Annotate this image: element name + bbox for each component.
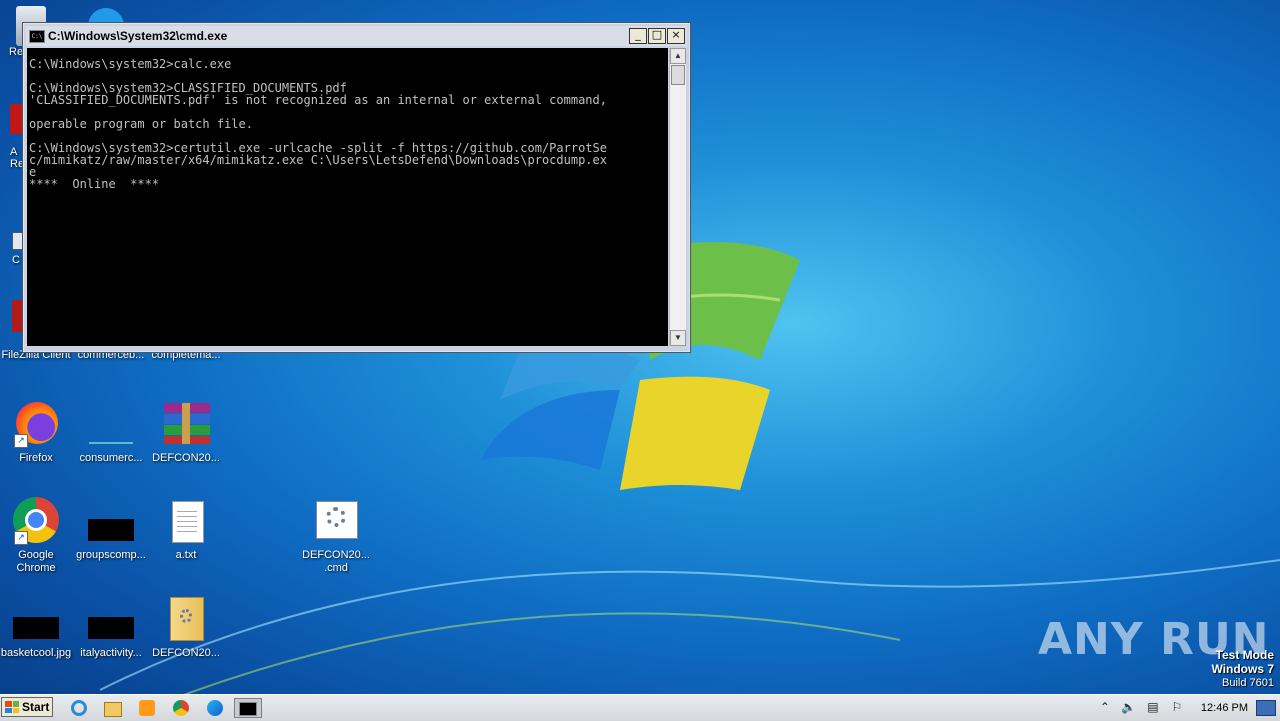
cmd-taskbar-button[interactable] [234,698,262,718]
show-desktop-button[interactable] [1256,700,1276,716]
desktop-icon-consumerc[interactable]: consumerc... [71,400,151,465]
desktop-icon-defcon-rar[interactable]: DEFCON20... [146,400,226,465]
ie-icon[interactable] [68,698,90,718]
windows-logo-icon [5,701,19,713]
desktop-icon-label: a.txt [175,549,197,561]
desktop-icon-label: consumerc... [79,452,143,464]
watermark-line: Build 7601 [1222,677,1274,689]
media-player-icon[interactable] [136,698,158,718]
start-button[interactable]: Start [1,697,53,717]
show-hidden-icons-icon[interactable]: ⌃ [1096,700,1114,716]
text-file-icon [162,497,210,545]
console-output[interactable]: C:\Windows\system32>calc.exe C:\Windows\… [27,48,668,346]
start-label: Start [22,700,50,714]
system-tray: ⌃ 🔈 ▤ ⚐ 12:46 PM [1093,695,1280,721]
filezilla-partial-icon [12,300,22,332]
desktop-icon-label: italyactivity... [80,647,142,659]
edge-taskbar-icon[interactable] [204,698,226,718]
scroll-up-arrow-icon[interactable]: ▲ [670,48,686,64]
window-titlebar[interactable]: C:\ C:\Windows\System32\cmd.exe _ □ × [26,26,687,46]
winrar-icon [162,400,210,448]
test-mode-watermark: Test Mode Windows 7 Build 7601 [1211,648,1274,690]
close-button[interactable]: × [667,28,685,44]
explorer-icon[interactable] [102,698,124,718]
watermark-line: Windows 7 [1211,662,1274,676]
black-thumbnail-icon [12,595,60,643]
network-icon[interactable]: ▤ [1144,700,1162,716]
shortcut-arrow-icon: ↗ [14,531,28,545]
cmd-window[interactable]: C:\ C:\Windows\System32\cmd.exe _ □ × C:… [22,22,691,353]
watermark-line: Test Mode [1215,648,1274,662]
desktop-icon-label: DEFCON20... [152,452,220,464]
folder-icon [162,595,210,643]
desktop-icon-label: groupscomp... [76,549,146,561]
desktop-icon-label: basketcool.jpg [0,647,72,659]
shortcut-arrow-icon: ↗ [14,434,28,448]
firefox-icon: ↗ [12,400,60,448]
desktop-icon-italyactivity[interactable]: italyactivity... [71,595,151,660]
black-thumbnail-icon [87,595,135,643]
desktop-icon-label: Google Chrome [16,549,56,574]
minimize-button[interactable]: _ [629,28,647,44]
scroll-down-arrow-icon[interactable]: ▼ [670,330,686,346]
taskbar: Start ⌃ 🔈 ▤ ⚐ 12:46 PM [0,694,1280,721]
maximize-button[interactable]: □ [648,28,666,44]
desktop-icon-label: DEFCON20... .cmd [302,549,370,574]
desktop-icon-defcon-folder[interactable]: DEFCON20... [146,595,226,660]
desktop-icon-label: DEFCON20... [152,647,220,659]
action-center-flag-icon[interactable]: ⚐ [1168,700,1186,716]
desktop-icon-label: Firefox [19,452,53,464]
chrome-taskbar-icon[interactable] [170,698,192,718]
scroll-thumb[interactable] [671,65,685,85]
blank-file-icon [87,400,135,448]
chrome-icon: ↗ [12,497,60,545]
black-thumbnail-icon [87,497,135,545]
desktop-icon-a-txt[interactable]: a.txt [146,497,226,562]
cmd-icon[interactable]: C:\ [29,29,45,43]
desktop-icon-groupscomp[interactable]: groupscomp... [71,497,151,562]
desktop-icon-firefox[interactable]: ↗ Firefox [0,400,76,465]
window-title: C:\Windows\System32\cmd.exe [48,29,228,43]
desktop-icon-defcon-cmd[interactable]: DEFCON20... .cmd [296,497,376,575]
desktop-icon-basketcool[interactable]: basketcool.jpg [0,595,76,660]
desktop-icon-chrome[interactable]: ↗ Google Chrome [0,497,76,575]
vertical-scrollbar[interactable]: ▲ ▼ [669,48,686,346]
clock[interactable]: 12:46 PM [1201,702,1248,714]
volume-icon[interactable]: 🔈 [1120,700,1138,716]
cmd-script-icon [312,497,360,545]
